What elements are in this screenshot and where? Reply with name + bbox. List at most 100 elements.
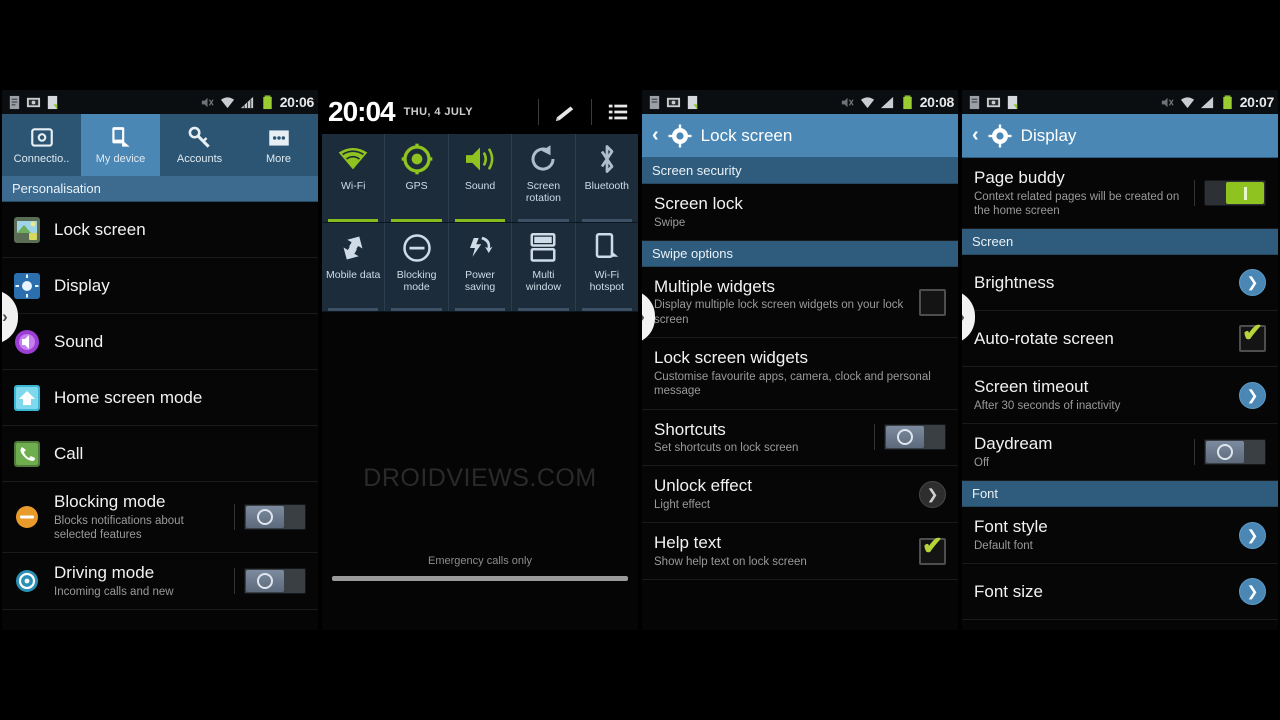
back-button[interactable]: ‹ <box>972 124 979 147</box>
active-indicator <box>581 219 633 222</box>
shade-clock: 20:04 <box>328 96 396 127</box>
chevron-right-icon[interactable]: ❯ <box>1239 269 1266 297</box>
toggle-knob <box>1226 182 1264 205</box>
list-item-brightness[interactable]: Brightness ❯ <box>962 255 1278 312</box>
list-item-subtitle: Set shortcuts on lock screen <box>654 442 799 455</box>
chevron-right-icon[interactable]: ❯ <box>1239 521 1266 549</box>
list-item-sound[interactable]: Sound <box>2 314 318 370</box>
list-item-text: Help text Show help text on lock screen <box>654 533 911 569</box>
list-item-subtitle: Incoming calls and new <box>54 585 174 598</box>
list-item-title: Unlock effect <box>654 476 752 496</box>
chevron-right-icon[interactable]: ❯ <box>1239 578 1266 606</box>
list-item-screen-timeout[interactable]: Screen timeout After 30 seconds of inact… <box>962 367 1278 425</box>
list-item-control: ❯ <box>1239 269 1266 297</box>
quick-toggle-label: Power saving <box>464 269 496 294</box>
list-item-subtitle: Customise favourite apps, camera, clock … <box>654 370 931 398</box>
blocking-mode-icon <box>402 230 432 266</box>
list-item-text: Display <box>54 276 306 296</box>
list-item-lock-screen-widgets[interactable]: Lock screen widgets Customise favourite … <box>642 338 958 410</box>
section-swipe-options: Swipe options <box>642 240 958 267</box>
quick-toggle-label: Wi-Fi <box>340 180 366 192</box>
quick-toggle-wifi[interactable]: Wi-Fi <box>322 134 386 222</box>
list-item-text: Lock screen widgets Customise favourite … <box>654 348 946 398</box>
list-item-help-text[interactable]: Help text Show help text on lock screen <box>642 523 958 581</box>
quick-toggle-blocking-mode[interactable]: Blocking mode <box>385 223 449 311</box>
accounts-key-icon <box>188 126 210 148</box>
list-item-daydream[interactable]: Daydream Off <box>962 424 1278 482</box>
list-item-title: Shortcuts <box>654 419 726 439</box>
chevron-right-icon[interactable]: ❯ <box>1239 381 1266 409</box>
quick-toggle-sound[interactable]: Sound <box>449 134 513 222</box>
list-item-control <box>919 534 946 565</box>
quick-toggle-screen-rotation[interactable]: Screen rotation <box>512 134 576 222</box>
quick-toggle-power-saving[interactable]: Power saving <box>449 223 513 311</box>
list-item-title: Blocking mode <box>54 492 166 511</box>
list-item-multiple-widgets[interactable]: Multiple widgets Display multiple lock s… <box>642 266 958 339</box>
mobile-data-icon <box>338 230 368 266</box>
toggle-knob <box>1206 441 1244 464</box>
list-item-lock-screen[interactable]: Lock screen <box>2 202 318 258</box>
tab-my-device[interactable]: My device <box>81 114 160 176</box>
list-item-control: ❯ <box>919 480 946 508</box>
list-item-driving-mode[interactable]: Driving mode Incoming calls and new <box>2 553 318 611</box>
tab-more[interactable]: More <box>239 114 318 176</box>
list-item-home-screen-mode[interactable]: Home screen mode <box>2 370 318 426</box>
chevron-right-icon[interactable]: ❯ <box>919 480 946 508</box>
sound-icon <box>15 329 39 354</box>
quick-toggle-multi-window[interactable]: Multi window <box>512 223 576 311</box>
status-notification-icons <box>647 95 700 110</box>
quick-toggle-wifi-hotspot[interactable]: Wi-Fi hotspot <box>576 223 638 311</box>
tab-accounts-label: Accounts <box>176 153 223 165</box>
app-title: Display <box>1020 125 1077 145</box>
status-system-icons: 20:07 <box>1160 94 1274 110</box>
tab-connections[interactable]: Connectio.. <box>2 114 81 176</box>
auto-rotate-checkbox[interactable] <box>1239 321 1266 353</box>
shade-drag-handle[interactable] <box>332 576 628 581</box>
list-item-font-style[interactable]: Font style Default font ❯ <box>962 507 1278 565</box>
blocking-mode-toggle[interactable] <box>244 504 306 531</box>
list-item-title: Font size <box>974 581 1043 601</box>
quick-toggle-mobile-data[interactable]: Mobile data <box>322 223 386 311</box>
list-item-shortcuts[interactable]: Shortcuts Set shortcuts on lock screen <box>642 409 958 467</box>
driving-mode-toggle[interactable] <box>244 568 306 595</box>
list-item-auto-rotate-screen[interactable]: Auto-rotate screen <box>962 311 1278 368</box>
app-title: Lock screen <box>700 125 793 145</box>
home-screen-icon <box>14 384 40 411</box>
shortcuts-toggle[interactable] <box>884 424 946 451</box>
list-item-font-size[interactable]: Font size ❯ <box>962 564 1278 621</box>
page-buddy-toggle[interactable] <box>1204 180 1266 207</box>
list-item-screen-lock[interactable]: Screen lock Swipe <box>642 184 958 241</box>
panel-display-settings: 20:07 ‹ Display Page buddy Context relat… <box>962 90 1278 630</box>
multiple-widgets-checkbox[interactable] <box>919 288 946 316</box>
list-item-text: Screen lock Swipe <box>654 194 946 230</box>
back-button[interactable]: ‹ <box>652 124 659 147</box>
quick-toggle-gps[interactable]: GPS <box>385 134 449 222</box>
active-indicator <box>518 219 569 222</box>
control-divider <box>234 504 235 531</box>
signal-icon <box>880 96 893 108</box>
quick-toggle-bluetooth[interactable]: Bluetooth <box>576 134 638 222</box>
daydream-toggle[interactable] <box>1204 439 1266 466</box>
my-device-icon <box>111 127 130 147</box>
shade-actions <box>526 99 632 125</box>
list-item-call[interactable]: Call <box>2 426 318 482</box>
multi-window-icon <box>530 230 556 266</box>
toggle-knob <box>246 506 284 529</box>
list-item-control <box>1194 180 1266 207</box>
list-item-page-buddy[interactable]: Page buddy Context related pages will be… <box>962 158 1278 230</box>
edit-icon[interactable] <box>551 101 579 123</box>
active-indicator <box>328 308 379 311</box>
list-item-blocking-mode[interactable]: Blocking mode Blocks notifications about… <box>2 482 318 554</box>
settings-tabbar: Connectio.. My device Accounts More <box>2 114 318 176</box>
list-item-title: Auto-rotate screen <box>974 329 1114 349</box>
help-text-checkbox[interactable] <box>919 534 946 565</box>
list-item-display[interactable]: Display <box>2 258 318 314</box>
screen-rotation-icon <box>528 141 558 177</box>
screenshot-icon <box>666 97 681 107</box>
list-item-title: Driving mode <box>54 563 155 583</box>
list-item-unlock-effect[interactable]: Unlock effect Light effect ❯ <box>642 466 958 524</box>
list-icon[interactable] <box>604 101 632 123</box>
tab-accounts[interactable]: Accounts <box>160 114 239 176</box>
status-time: 20:06 <box>279 94 315 110</box>
section-personalisation: Personalisation <box>2 176 318 202</box>
